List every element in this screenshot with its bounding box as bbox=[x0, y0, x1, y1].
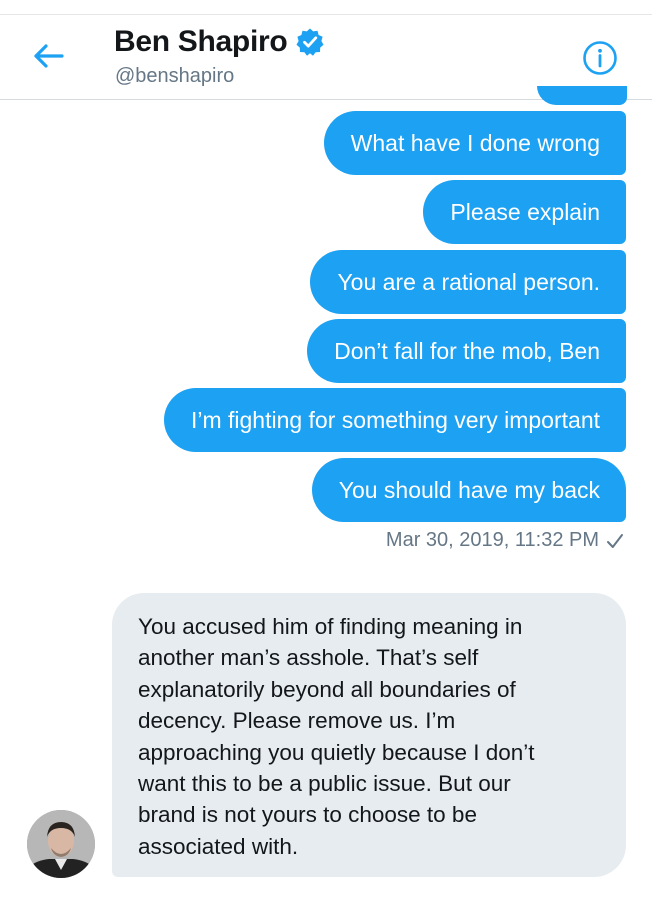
user-handle: @benshapiro bbox=[115, 65, 235, 87]
outgoing-message[interactable]: You should have my back bbox=[311, 458, 626, 522]
outgoing-message[interactable]: Please explain bbox=[423, 180, 626, 244]
message-line: brand is not yours to choose to be bbox=[138, 802, 477, 828]
message-line: explanatorily beyond all boundaries of bbox=[138, 676, 516, 702]
sender-avatar[interactable] bbox=[27, 810, 95, 878]
outgoing-message[interactable]: Don’t fall for the mob, Ben bbox=[307, 319, 626, 383]
bottom-edge bbox=[0, 893, 652, 900]
previous-message-bubble[interactable] bbox=[537, 86, 627, 105]
dm-conversation-screen: Ben Shapiro @benshapiro What have I done… bbox=[0, 0, 652, 900]
status-strip bbox=[0, 0, 652, 14]
message-line: want this to be a public issue. But our bbox=[138, 771, 511, 797]
verified-badge-icon bbox=[296, 28, 324, 56]
header-name-row: Ben Shapiro bbox=[114, 25, 325, 59]
arrow-left-icon bbox=[34, 44, 64, 68]
outgoing-message[interactable]: You are a rational person. bbox=[310, 250, 626, 314]
message-line: decency. Please remove us. I’m bbox=[138, 708, 456, 734]
outgoing-message[interactable]: What have I done wrong bbox=[323, 111, 626, 175]
message-line: You accused him of finding meaning in bbox=[138, 614, 523, 639]
info-circle-icon bbox=[583, 41, 617, 75]
message-timestamp: Mar 30, 2019, 11:32 PM bbox=[385, 529, 599, 551]
user-avatar-icon bbox=[27, 810, 95, 878]
message-timestamp-row: Mar 30, 2019, 11:32 PM bbox=[386, 529, 625, 552]
outgoing-message[interactable]: I’m fighting for something very importan… bbox=[163, 388, 626, 452]
display-name: Ben Shapiro bbox=[114, 25, 288, 58]
incoming-message[interactable]: You accused him of finding meaning in an… bbox=[112, 593, 626, 877]
message-line: approaching you quietly because I don’t bbox=[138, 739, 535, 765]
sent-check-icon bbox=[607, 533, 623, 548]
conversation-info-button[interactable] bbox=[582, 40, 618, 76]
message-line: another man’s asshole. That’s self bbox=[138, 645, 479, 671]
message-line: associated with. bbox=[138, 833, 299, 859]
back-button[interactable] bbox=[28, 37, 72, 75]
